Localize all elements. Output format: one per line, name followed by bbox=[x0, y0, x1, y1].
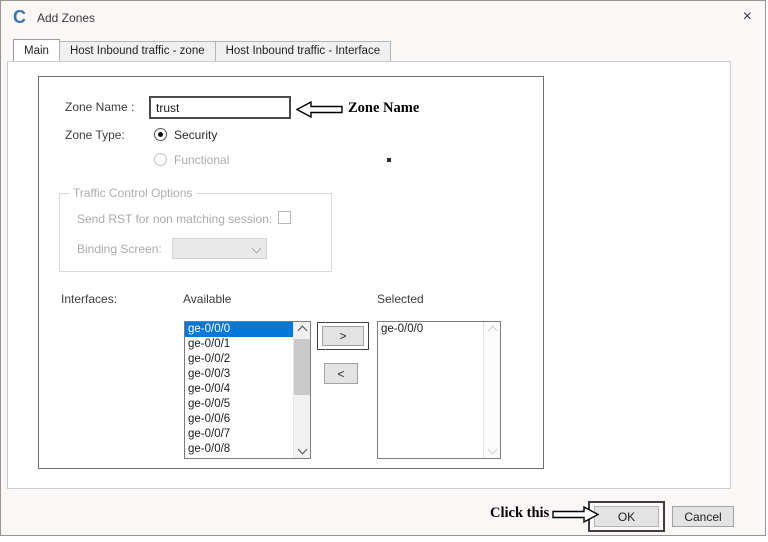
selected-header: Selected bbox=[377, 292, 424, 306]
cancel-button[interactable]: Cancel bbox=[672, 506, 734, 527]
move-right-focus-ring: > bbox=[317, 322, 369, 350]
interfaces-label: Interfaces: bbox=[61, 292, 118, 306]
click-this-arrow-icon bbox=[552, 506, 599, 523]
send-rst-label: Send RST for non matching session: bbox=[77, 212, 273, 226]
binding-screen-label: Binding Screen: bbox=[77, 242, 162, 256]
list-item[interactable]: ge-0/0/7 bbox=[185, 427, 293, 442]
traffic-control-group-title: Traffic Control Options bbox=[69, 186, 197, 200]
add-zones-dialog: C Add Zones × Main Host Inbound traffic … bbox=[0, 0, 766, 536]
list-item[interactable]: ge-0/0/3 bbox=[185, 367, 293, 382]
traffic-control-group: Traffic Control Options Send RST for non… bbox=[59, 186, 332, 272]
close-icon[interactable]: × bbox=[743, 8, 752, 26]
scroll-down-icon[interactable] bbox=[487, 444, 498, 455]
stray-mark bbox=[387, 158, 391, 162]
tab-host-inbound-interface[interactable]: Host Inbound traffic - Interface bbox=[214, 41, 392, 61]
available-list[interactable]: ge-0/0/0 ge-0/0/1 ge-0/0/2 ge-0/0/3 ge-0/0/4… bbox=[184, 321, 311, 459]
move-left-button[interactable]: < bbox=[324, 363, 358, 384]
zone-name-input[interactable] bbox=[149, 96, 291, 119]
available-scrollbar[interactable] bbox=[293, 322, 310, 458]
tab-main[interactable]: Main bbox=[13, 39, 60, 61]
app-logo-icon: C bbox=[13, 7, 26, 27]
zone-name-label: Zone Name : bbox=[65, 100, 135, 114]
zone-type-label: Zone Type: bbox=[65, 128, 125, 142]
move-right-button[interactable]: > bbox=[322, 326, 364, 346]
list-item[interactable]: ge-0/0/4 bbox=[185, 382, 293, 397]
list-item[interactable]: ge-0/0/8 bbox=[185, 442, 293, 457]
list-item[interactable]: ge-0/0/1 bbox=[185, 337, 293, 352]
scroll-down-icon[interactable] bbox=[297, 444, 308, 455]
click-this-annotation: Click this bbox=[490, 505, 550, 521]
zone-name-annotation: Zone Name bbox=[348, 100, 420, 116]
tab-bar: Main Host Inbound traffic - zone Host In… bbox=[13, 39, 392, 61]
window-title: Add Zones bbox=[37, 11, 96, 25]
list-item[interactable]: ge-0/0/6 bbox=[185, 412, 293, 427]
binding-screen-dropdown bbox=[172, 238, 267, 259]
radio-functional-label: Functional bbox=[174, 153, 230, 167]
list-item[interactable]: ge-0/0/2 bbox=[185, 352, 293, 367]
scrollbar-thumb[interactable] bbox=[294, 339, 310, 395]
available-header: Available bbox=[183, 292, 232, 306]
selected-list[interactable]: ge-0/0/0 bbox=[377, 321, 501, 459]
send-rst-checkbox bbox=[278, 211, 291, 224]
radio-security-label: Security bbox=[174, 128, 218, 142]
radio-functional[interactable] bbox=[154, 153, 167, 166]
list-item[interactable]: ge-0/0/5 bbox=[185, 397, 293, 412]
ok-focus-ring: OK bbox=[588, 501, 665, 532]
zone-name-arrow-icon bbox=[296, 101, 343, 118]
selected-scrollbar[interactable] bbox=[483, 322, 500, 458]
radio-security[interactable] bbox=[154, 128, 167, 141]
scroll-up-icon[interactable] bbox=[487, 325, 498, 336]
chevron-down-icon bbox=[251, 243, 262, 254]
ok-button[interactable]: OK bbox=[594, 506, 659, 527]
list-item[interactable]: ge-0/0/0 bbox=[185, 322, 293, 337]
scroll-up-icon[interactable] bbox=[297, 325, 308, 336]
tab-host-inbound-zone[interactable]: Host Inbound traffic - zone bbox=[58, 41, 216, 61]
list-item[interactable]: ge-0/0/0 bbox=[378, 322, 483, 337]
